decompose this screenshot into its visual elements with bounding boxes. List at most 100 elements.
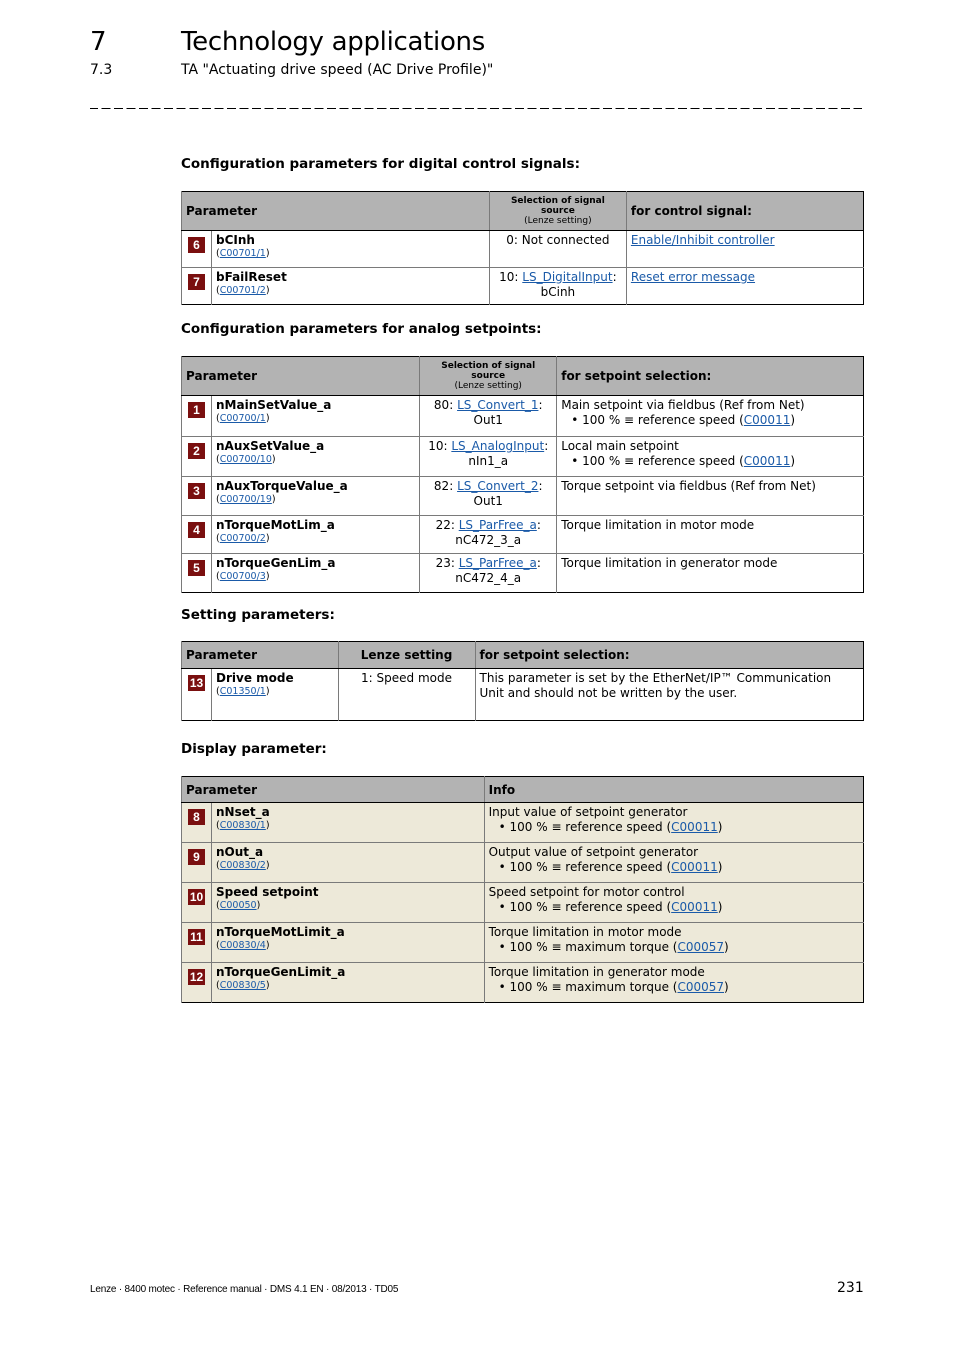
callout-badge: 5 — [188, 560, 205, 576]
parameter-code-link[interactable]: C00701/2 — [220, 285, 266, 296]
table-row: 10 Speed setpoint (C00050) Speed setpoint f… — [181, 882, 864, 923]
parameter-code: (C01350/1) — [216, 686, 270, 697]
signal-source-cell: 23: LS_ParFree_a: nC472_4_a — [419, 553, 557, 593]
badge-cell: 8 — [181, 802, 212, 843]
reference-code-link[interactable]: C00011 — [744, 454, 791, 468]
badge-cell: 3 — [181, 476, 212, 516]
chapter-title: Technology applications — [181, 27, 485, 57]
signal-source-link[interactable]: LS_ParFree_a — [459, 556, 537, 570]
reference-code-link[interactable]: C00011 — [744, 413, 791, 427]
callout-badge: 12 — [188, 969, 205, 985]
signal-source-link[interactable]: LS_DigitalInput — [522, 270, 612, 284]
description-text: Torque setpoint via fieldbus (Ref from N… — [561, 479, 816, 493]
description-text: Main setpoint via fieldbus (Ref from Net… — [561, 398, 805, 412]
parameter-cell: nNset_a (C00830/1) — [211, 802, 485, 843]
callout-badge: 4 — [188, 522, 205, 538]
badge-cell: 9 — [181, 842, 212, 883]
col-parameter: Parameter — [181, 641, 339, 669]
parameter-name: nTorqueGenLim_a — [216, 556, 336, 570]
callout-badge: 8 — [188, 809, 205, 825]
control-signal-link[interactable]: Enable/Inhibit controller — [631, 233, 775, 247]
parameter-name: bCInh — [216, 233, 255, 247]
col-signal-source: Selection of signal source (Lenze settin… — [419, 356, 557, 396]
description-bullet: • 100 % ≡ reference speed (C00011) — [498, 860, 723, 874]
parameter-code: (C00700/2) — [216, 533, 270, 544]
signal-source-cell: 0: Not connected — [488, 230, 627, 268]
callout-badge: 10 — [188, 889, 205, 905]
parameter-cell: Speed setpoint (C00050) — [211, 882, 485, 923]
table-row: 7 bFailReset (C00701/2) 10: LS_DigitalInput… — [181, 267, 864, 305]
signal-source-link[interactable]: LS_Convert_2 — [457, 479, 538, 493]
digital-table: Parameter Selection of signal source (Le… — [181, 191, 864, 305]
description-cell: Torque limitation in generator mode • 100… — [483, 962, 864, 1003]
table-row: 12 nTorqueGenLimit_a (C00830/5) Torque limi… — [181, 962, 864, 1003]
parameter-code-link[interactable]: C00050 — [220, 900, 257, 911]
parameter-code-link[interactable]: C00701/1 — [220, 248, 266, 259]
callout-badge: 3 — [188, 483, 205, 499]
parameter-code: (C00700/19) — [216, 494, 276, 505]
col-signal-source-sub: (Lenze setting) — [524, 216, 592, 226]
control-signal-cell: Reset error message — [625, 267, 864, 305]
badge-cell: 5 — [181, 553, 212, 593]
parameter-cell: nMainSetValue_a (C00700/1) — [210, 395, 420, 437]
badge-cell: 11 — [181, 922, 212, 963]
parameter-name: nAuxSetValue_a — [216, 439, 325, 453]
description-text: Output value of setpoint generator — [488, 845, 699, 859]
table-row: 3 nAuxTorqueValue_a (C00700/19) 82: LS_Conv… — [181, 476, 864, 516]
description-text: Torque limitation in motor mode — [561, 518, 755, 532]
col-signal-source: Selection of signal source (Lenze settin… — [488, 191, 627, 231]
parameter-code-link[interactable]: C00830/5 — [220, 980, 266, 991]
description-cell: Main setpoint via fieldbus (Ref from Net… — [556, 395, 864, 437]
parameter-name: nTorqueMotLimit_a — [216, 925, 345, 939]
signal-source-link[interactable]: LS_Convert_1 — [457, 398, 538, 412]
parameter-cell: nOut_a (C00830/2) — [211, 842, 485, 883]
parameter-code-link[interactable]: C01350/1 — [220, 686, 266, 697]
page-number: 231 — [837, 1280, 864, 1296]
parameter-cell: bCInh (C00701/1) — [211, 230, 490, 268]
table-row: 11 nTorqueMotLimit_a (C00830/4) Torque limi… — [181, 922, 864, 963]
col-setpoint-selection: for setpoint selection: — [556, 356, 864, 396]
parameter-name: nOut_a — [216, 845, 264, 859]
parameter-code-link[interactable]: C00700/19 — [220, 494, 272, 505]
setting-heading: Setting parameters: — [181, 607, 335, 623]
reference-code-link[interactable]: C00057 — [677, 980, 724, 994]
table-row: 13 Drive mode (C01350/1) 1: Speed mode This … — [181, 668, 864, 721]
signal-source-link[interactable]: LS_AnalogInput — [451, 439, 544, 453]
parameter-code-link[interactable]: C00830/2 — [220, 860, 266, 871]
control-signal-link[interactable]: Reset error message — [631, 270, 755, 284]
parameter-cell: nTorqueGenLimit_a (C00830/5) — [211, 962, 485, 1003]
reference-code-link[interactable]: C00011 — [671, 860, 718, 874]
signal-source-cell: 22: LS_ParFree_a: nC472_3_a — [419, 515, 557, 554]
parameter-code: (C00830/5) — [216, 980, 270, 991]
analog-heading: Configuration parameters for analog setp… — [181, 321, 542, 337]
table-row: 4 nTorqueMotLim_a (C00700/2) 22: LS_ParFree… — [181, 515, 864, 554]
col-signal-source-top: Selection of signal source — [441, 361, 536, 381]
signal-source-link[interactable]: LS_ParFree_a — [459, 518, 537, 532]
table-row: 1 nMainSetValue_a (C00700/1) 80: LS_Convert… — [181, 395, 864, 437]
chapter-number: 7 — [90, 27, 107, 57]
parameter-name: nTorqueGenLimit_a — [216, 965, 346, 979]
parameter-code-link[interactable]: C00830/1 — [220, 820, 266, 831]
description-bullet: • 100 % ≡ reference speed (C00011) — [571, 413, 796, 427]
description-cell: Torque setpoint via fieldbus (Ref from N… — [556, 476, 864, 516]
digital-heading: Configuration parameters for digital con… — [181, 156, 580, 172]
parameter-code: (C00050) — [216, 900, 261, 911]
parameter-name: bFailReset — [216, 270, 287, 284]
reference-code-link[interactable]: C00011 — [671, 900, 718, 914]
parameter-code-link[interactable]: C00700/1 — [220, 413, 266, 424]
parameter-code-link[interactable]: C00700/3 — [220, 571, 266, 582]
col-parameter: Parameter — [181, 776, 485, 803]
parameter-code-link[interactable]: C00700/2 — [220, 533, 266, 544]
parameter-code-link[interactable]: C00830/4 — [220, 940, 266, 951]
parameter-code-link[interactable]: C00700/10 — [220, 454, 272, 465]
reference-code-link[interactable]: C00057 — [677, 940, 724, 954]
lenze-setting-cell: 1: Speed mode — [337, 668, 476, 721]
parameter-cell: nTorqueGenLim_a (C00700/3) — [210, 553, 420, 593]
description-cell: Output value of setpoint generator • 100 … — [483, 842, 864, 883]
section-number: 7.3 — [90, 62, 113, 78]
col-setpoint-selection: for setpoint selection: — [474, 641, 864, 669]
badge-cell: 4 — [181, 515, 212, 554]
badge-cell: 2 — [181, 436, 212, 477]
badge-cell: 6 — [181, 230, 212, 268]
reference-code-link[interactable]: C00011 — [671, 820, 718, 834]
